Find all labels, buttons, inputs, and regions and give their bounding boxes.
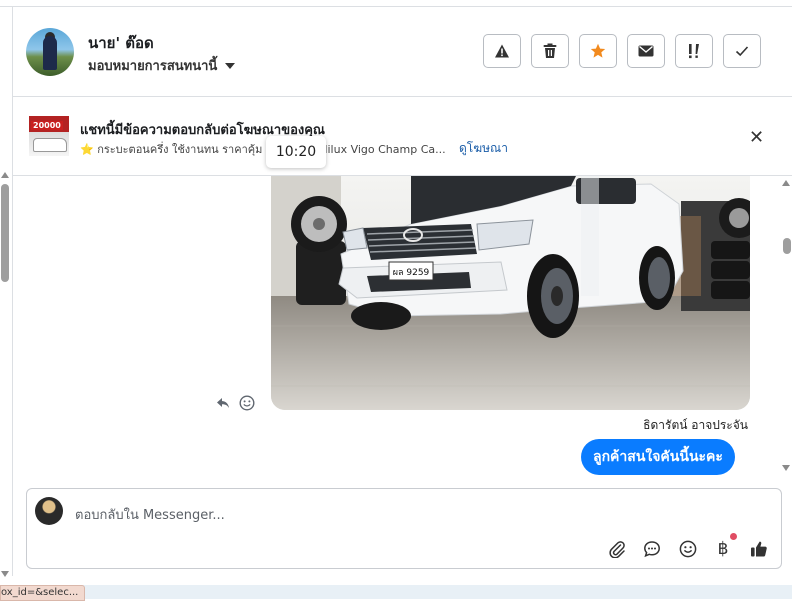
trash-icon	[543, 43, 557, 58]
reply-input[interactable]: ตอบกลับใน Messenger...	[75, 504, 225, 525]
star-button[interactable]	[579, 34, 617, 68]
message-photo[interactable]: ผล 9259	[271, 176, 750, 410]
assign-conversation-dropdown[interactable]: มอบหมายการสนทนานี้	[88, 55, 236, 76]
scrollbar-thumb[interactable]	[1, 184, 9, 282]
follow-up-button[interactable]	[675, 34, 713, 68]
sender-name: ธิดารัตน์ อาจประจัน	[643, 418, 748, 432]
saved-replies-button[interactable]	[642, 539, 662, 559]
mark-unread-button[interactable]	[627, 34, 665, 68]
ad-thumbnail-car	[33, 138, 67, 152]
mark-done-button[interactable]	[723, 34, 761, 68]
conversation-header: นาย' ต๊อด มอบหมายการสนทนานี้	[13, 7, 792, 97]
thumbs-up-icon	[751, 541, 767, 557]
close-icon[interactable]: ✕	[749, 127, 764, 148]
contact-avatar[interactable]	[26, 28, 74, 76]
priority-icon	[689, 44, 699, 59]
scroll-up-arrow[interactable]	[1, 172, 9, 178]
like-button[interactable]	[749, 539, 769, 559]
envelope-icon	[638, 45, 654, 57]
scroll-down-arrow[interactable]	[1, 571, 9, 577]
smiley-icon	[679, 540, 697, 558]
pickup-truck-photo: ผล 9259	[271, 176, 750, 410]
star-icon	[590, 43, 606, 58]
ad-reply-banner: 20000 แชทนี้มีข้อความตอบกลับต่อโฆษณาของค…	[13, 97, 792, 176]
paperclip-icon	[609, 541, 625, 558]
payment-button[interactable]: ฿	[713, 539, 733, 559]
delete-button[interactable]	[531, 34, 569, 68]
react-emoji-icon[interactable]	[239, 395, 255, 415]
chat-bubble-icon	[644, 541, 660, 558]
page-avatar	[35, 497, 63, 525]
license-plate: ผล 9259	[393, 268, 430, 278]
browser-bottom-area	[82, 585, 792, 599]
payment-notification-dot	[730, 533, 737, 540]
report-spam-button[interactable]	[483, 34, 521, 68]
check-icon	[735, 46, 749, 57]
message-composer: ตอบกลับใน Messenger... ฿	[26, 488, 782, 569]
contact-name[interactable]: นาย' ต๊อด	[88, 31, 154, 55]
assign-label: มอบหมายการสนทนานี้	[88, 59, 218, 74]
view-ad-link[interactable]: ดูโฆษณา	[459, 139, 508, 158]
timestamp-tooltip: 10:20	[266, 136, 326, 168]
reply-arrow-icon[interactable]	[216, 397, 230, 413]
attach-button[interactable]	[607, 539, 627, 559]
message-thread: ผล 9259 ธิดารัตน์ อาจประจัน ลูกค้าสนใจคั…	[13, 176, 777, 480]
chevron-down-icon	[225, 62, 236, 69]
warning-icon	[495, 44, 509, 58]
outgoing-message-bubble[interactable]: ลูกค้าสนใจคันนี้นะคะ	[581, 439, 735, 475]
emoji-button[interactable]	[678, 539, 698, 559]
thread-scrollbar-thumb[interactable]	[783, 238, 791, 254]
ad-thumbnail[interactable]: 20000	[29, 116, 69, 156]
window-top-edge	[0, 0, 792, 7]
ad-banner-subtitle: ⭐ กระบะตอนครึ่ง ใช้งานทน ราคาคุ้ม ... To…	[80, 143, 446, 156]
avatar-figure	[43, 36, 57, 70]
baht-icon: ฿	[717, 539, 729, 559]
ad-thumbnail-price: 20000	[31, 121, 63, 130]
thread-scroll-down-arrow[interactable]	[782, 465, 790, 471]
thread-scroll-up-arrow[interactable]	[782, 180, 790, 186]
